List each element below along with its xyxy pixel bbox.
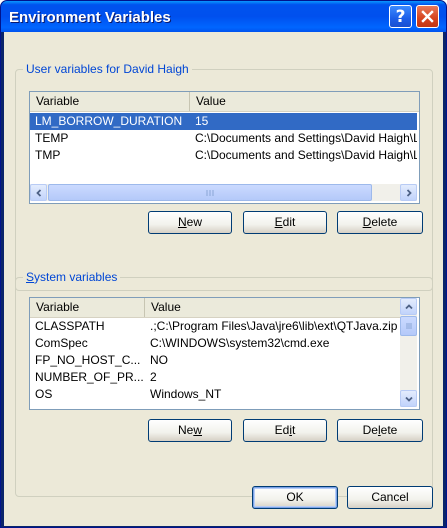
value-cell: C:\Documents and Settings\David Haigh\Lo…: [195, 148, 417, 162]
variable-cell: TMP: [35, 148, 61, 162]
value-cell: Windows_NT: [150, 387, 222, 401]
value-cell: 15: [195, 114, 209, 128]
ok-button[interactable]: OK: [252, 486, 338, 509]
environment-variables-dialog: Environment Variables ? User variables f…: [0, 0, 447, 528]
user-var-row-tmp[interactable]: TMP C:\Documents and Settings\David Haig…: [30, 147, 417, 164]
system-var-row-comspec[interactable]: ComSpec C:\WINDOWS\system32\cmd.exe: [30, 335, 400, 352]
horizontal-scroll-thumb[interactable]: [48, 184, 372, 201]
chevron-right-icon: [406, 188, 412, 197]
value-cell: C:\WINDOWS\system32\cmd.exe: [150, 336, 330, 350]
user-variables-list[interactable]: Variable Value LM_BORROW_DURATION 15 TEM…: [29, 91, 420, 204]
system-list-vertical-scrollbar[interactable]: [400, 298, 417, 407]
user-var-row-lm-borrow-duration[interactable]: LM_BORROW_DURATION 15: [30, 113, 417, 130]
help-icon: ?: [395, 6, 406, 27]
dialog-body: User variables for David Haigh Variable …: [4, 32, 443, 526]
system-delete-button[interactable]: Delete: [337, 419, 423, 442]
value-cell: NO: [150, 353, 168, 367]
system-edit-button[interactable]: Edit: [243, 419, 327, 442]
chevron-left-icon: [35, 188, 41, 197]
user-variables-legend: User variables for David Haigh: [23, 62, 192, 76]
vertical-scroll-thumb[interactable]: [400, 316, 417, 336]
system-variables-legend: System variables: [23, 270, 121, 284]
system-variables-list[interactable]: Variable Value CLASSPATH .;C:\Program Fi…: [29, 297, 420, 410]
close-icon: [421, 10, 434, 23]
grip-icon: [206, 189, 213, 196]
chevron-up-icon: [404, 303, 413, 309]
variable-cell: NUMBER_OF_PR...: [35, 370, 144, 384]
close-button[interactable]: [416, 5, 439, 28]
column-header-value[interactable]: Value: [145, 298, 401, 317]
variable-cell: CLASSPATH: [35, 319, 105, 333]
system-var-row-fp-no-host[interactable]: FP_NO_HOST_C... NO: [30, 352, 400, 369]
variable-cell: LM_BORROW_DURATION: [35, 114, 183, 128]
variable-cell: OS: [35, 387, 53, 401]
system-variables-group: System variables Variable Value CLASSPAT…: [15, 270, 433, 497]
system-var-row-classpath[interactable]: CLASSPATH .;C:\Program Files\Java\jre6\l…: [30, 318, 400, 335]
column-header-variable[interactable]: Variable: [30, 298, 145, 317]
variable-cell: ComSpec: [35, 336, 88, 350]
column-header-value[interactable]: Value: [190, 92, 419, 111]
system-var-row-number-of-processors[interactable]: NUMBER_OF_PR... 2: [30, 369, 400, 386]
user-delete-button[interactable]: Delete: [337, 211, 423, 234]
column-header-variable[interactable]: Variable: [30, 92, 190, 111]
variable-cell: TEMP: [35, 131, 69, 145]
scroll-up-button[interactable]: [400, 298, 417, 315]
chevron-down-icon: [404, 396, 413, 402]
value-cell: 2: [150, 370, 157, 384]
user-var-row-temp[interactable]: TEMP C:\Documents and Settings\David Hai…: [30, 130, 417, 147]
grip-icon: [405, 323, 412, 329]
help-button[interactable]: ?: [389, 5, 412, 28]
value-cell: .;C:\Program Files\Java\jre6\lib\ext\QTJ…: [150, 319, 398, 333]
scroll-left-button[interactable]: [30, 184, 47, 201]
window-title: Environment Variables: [9, 9, 171, 26]
system-list-header: Variable Value: [30, 298, 401, 318]
scroll-right-button[interactable]: [400, 184, 417, 201]
user-edit-button[interactable]: Edit: [243, 211, 327, 234]
variable-cell: FP_NO_HOST_C...: [35, 353, 141, 367]
user-variables-group: User variables for David Haigh Variable …: [15, 62, 433, 291]
user-new-button[interactable]: New: [148, 211, 232, 234]
system-var-row-os[interactable]: OS Windows_NT: [30, 386, 400, 403]
title-bar[interactable]: Environment Variables ?: [1, 1, 446, 32]
user-list-horizontal-scrollbar[interactable]: [30, 184, 417, 201]
scroll-down-button[interactable]: [400, 390, 417, 407]
system-new-button[interactable]: New: [148, 419, 232, 442]
value-cell: C:\Documents and Settings\David Haigh\Lo…: [195, 131, 417, 145]
user-list-header: Variable Value: [30, 92, 419, 112]
cancel-button[interactable]: Cancel: [347, 486, 433, 509]
